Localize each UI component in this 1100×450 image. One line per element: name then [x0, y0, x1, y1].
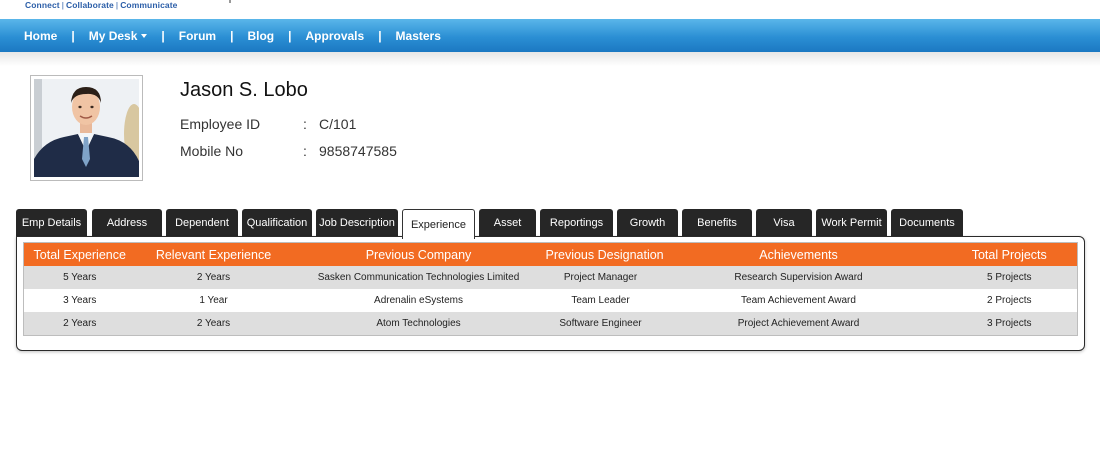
cell-achievements: Research Supervision Award	[655, 266, 942, 289]
tab-asset[interactable]: Asset	[479, 209, 536, 237]
tab-address[interactable]: Address	[92, 209, 162, 237]
cell-total-projects: 5 Projects	[941, 266, 1078, 289]
cell-relevant-experience: 2 Years	[135, 312, 292, 336]
mobile-no-label: Mobile No	[180, 143, 244, 159]
cell-total-experience: 2 Years	[23, 312, 136, 336]
employee-photo	[30, 75, 143, 181]
cell-previous-designation: Project Manager	[545, 266, 656, 289]
cell-relevant-experience: 2 Years	[135, 266, 292, 289]
experience-panel: Total Experience Relevant Experience Pre…	[16, 236, 1085, 351]
nav-my-desk-label: My Desk	[88, 28, 138, 43]
tab-qualification[interactable]: Qualification	[242, 209, 312, 237]
cell-previous-company: Atom Technologies	[291, 312, 546, 336]
tab-emp-details[interactable]: Emp Details	[16, 209, 87, 237]
nav-my-desk[interactable]: My Desk	[75, 29, 162, 43]
header-achievements: Achievements	[655, 242, 942, 266]
cell-achievements: Team Achievement Award	[655, 289, 942, 312]
cell-total-projects: 2 Projects	[941, 289, 1078, 312]
tab-dependent[interactable]: Dependent	[166, 209, 238, 237]
tab-job-description[interactable]: Job Description	[316, 209, 398, 237]
table-header-row: Total Experience Relevant Experience Pre…	[23, 242, 1078, 266]
caret-down-icon	[141, 33, 148, 38]
cell-total-experience: 5 Years	[23, 266, 136, 289]
header-total-projects: Total Projects	[941, 242, 1078, 266]
experience-table: Total Experience Relevant Experience Pre…	[23, 242, 1078, 336]
nav-approvals[interactable]: Approvals	[292, 29, 379, 43]
employee-id-value: C/101	[319, 116, 357, 132]
nav-shadow	[0, 52, 1100, 66]
nav-masters[interactable]: Masters	[382, 29, 455, 43]
mobile-no-value: 9858747585	[319, 143, 397, 159]
header-previous-designation: Previous Designation	[545, 242, 664, 266]
table-row: 3 Years 1 Year Adrenalin eSystems Team L…	[23, 289, 1078, 312]
tagline-separator: |	[61, 0, 65, 10]
header-total-experience: Total Experience	[23, 242, 136, 266]
nav-blog[interactable]: Blog	[233, 29, 288, 43]
tab-benefits[interactable]: Benefits	[682, 209, 752, 237]
employee-photo-image	[34, 79, 139, 177]
tagline-connect: Connect	[25, 0, 60, 10]
tab-reportings[interactable]: Reportings	[540, 209, 613, 237]
tab-visa[interactable]: Visa	[756, 209, 812, 237]
cell-previous-designation: Team Leader	[545, 289, 656, 312]
tagline-collaborate: Collaborate	[66, 0, 114, 10]
cell-relevant-experience: 1 Year	[135, 289, 292, 312]
tab-growth[interactable]: Growth	[617, 209, 678, 237]
tab-experience[interactable]: Experience	[402, 209, 475, 239]
main-navigation: Home | My Desk | Forum | Blog | Approval…	[0, 19, 1100, 52]
nav-forum[interactable]: Forum	[165, 29, 230, 43]
employee-id-label: Employee ID	[180, 116, 261, 132]
logo-fragment	[229, 0, 231, 3]
header-previous-company: Previous Company	[291, 242, 546, 266]
cell-previous-designation: Software Engineer	[545, 312, 656, 336]
cell-previous-company: Adrenalin eSystems	[291, 289, 546, 312]
cell-previous-company: Sasken Communication Technologies Limite…	[291, 266, 546, 289]
employee-name: Jason S. Lobo	[180, 79, 308, 101]
table-row: 2 Years 2 Years Atom Technologies Softwa…	[23, 312, 1078, 336]
cell-total-projects: 3 Projects	[941, 312, 1078, 336]
employee-id-colon: :	[303, 116, 307, 132]
header-relevant-experience: Relevant Experience	[135, 242, 292, 266]
tab-documents[interactable]: Documents	[891, 209, 963, 237]
tagline-separator: |	[115, 0, 119, 10]
brand-tagline: Connect | Collaborate | Communicate	[25, 0, 178, 11]
table-row: 5 Years 2 Years Sasken Communication Tec…	[23, 266, 1078, 289]
mobile-no-colon: :	[303, 143, 307, 159]
tab-work-permit[interactable]: Work Permit	[816, 209, 887, 237]
nav-home[interactable]: Home	[0, 29, 71, 43]
cell-achievements: Project Achievement Award	[655, 312, 942, 336]
cell-total-experience: 3 Years	[23, 289, 136, 312]
tagline-communicate: Communicate	[120, 0, 178, 10]
